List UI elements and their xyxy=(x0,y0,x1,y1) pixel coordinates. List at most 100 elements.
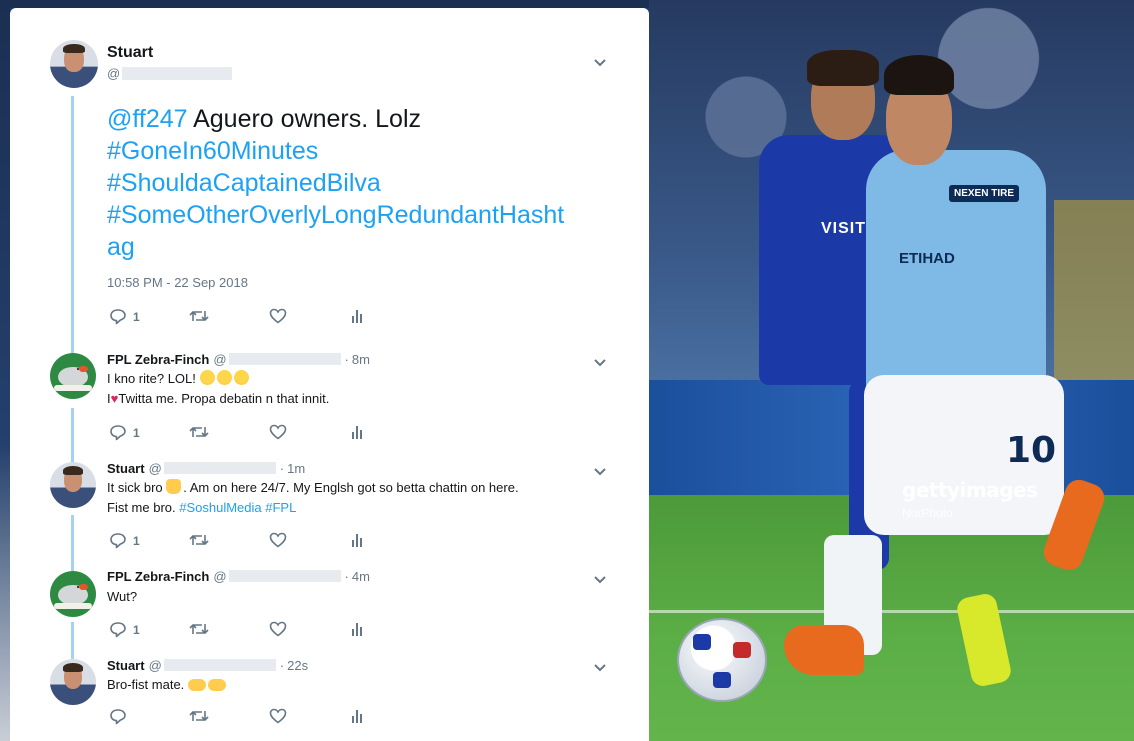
reply-header: Stuart @ · 22s xyxy=(107,658,308,673)
reply-actions: 1 xyxy=(109,532,379,550)
shirt-sponsor: ETIHAD xyxy=(899,250,955,267)
author-handle[interactable]: @ xyxy=(213,352,341,367)
heart-icon xyxy=(269,621,287,637)
watermark: gettyimages NurPhoto xyxy=(902,478,1038,520)
heart-icon xyxy=(269,708,287,724)
retweet-button[interactable] xyxy=(189,621,209,637)
author-name[interactable]: Stuart xyxy=(107,658,145,673)
analytics-button[interactable] xyxy=(351,308,365,324)
backdrop-left xyxy=(0,0,10,741)
handle-prefix: @ xyxy=(213,352,227,367)
fist-bump-emoji-icon xyxy=(207,679,226,691)
analytics-button[interactable] xyxy=(351,708,365,724)
reply-button[interactable]: 1 xyxy=(109,532,140,549)
retweet-icon xyxy=(189,711,209,721)
reply-actions: 1 xyxy=(109,424,379,442)
reply-text: Wut? xyxy=(107,587,137,607)
thread-line xyxy=(71,515,74,571)
like-button[interactable] xyxy=(269,621,287,637)
avatar[interactable] xyxy=(50,659,96,705)
chevron-down-icon[interactable] xyxy=(593,467,607,477)
reply-line: . Am on here 24/7. My Englsh got so bett… xyxy=(183,480,519,495)
like-button[interactable] xyxy=(269,424,287,440)
reply-count: 1 xyxy=(133,533,140,548)
hashtag-link[interactable]: #FPL xyxy=(265,500,296,515)
analytics-button[interactable] xyxy=(351,621,365,637)
retweet-button[interactable] xyxy=(189,424,209,440)
reply-button[interactable] xyxy=(109,708,133,725)
redacted-handle xyxy=(122,67,233,80)
chevron-down-icon[interactable] xyxy=(593,663,607,673)
analytics-button[interactable] xyxy=(351,532,365,548)
mention-link[interactable]: @ff247 xyxy=(107,105,188,133)
like-button[interactable] xyxy=(269,308,287,324)
author-name[interactable]: Stuart xyxy=(107,44,153,62)
author-name[interactable]: FPL Zebra-Finch xyxy=(107,352,209,367)
thread-line xyxy=(71,408,74,464)
hashtag-link[interactable]: ag xyxy=(107,231,617,263)
football-photo: VISIT NEXEN TIRE ETIHAD 10 gettyimages N… xyxy=(649,0,1134,741)
hashtag-link[interactable]: #SoshulMedia xyxy=(179,500,261,515)
like-button[interactable] xyxy=(269,708,287,724)
shirt-number: 10 xyxy=(1006,430,1057,471)
reply-line: It sick bro xyxy=(107,480,167,495)
hashtag-link[interactable]: #GoneIn60Minutes xyxy=(107,135,617,167)
reply-icon xyxy=(110,622,126,638)
reply-line: I kno rite? LOL! xyxy=(107,371,200,386)
hashtag-link[interactable]: #SomeOtherOverlyLongRedundantHasht xyxy=(107,199,617,231)
chevron-down-icon[interactable] xyxy=(593,58,607,68)
author-handle[interactable]: @ xyxy=(149,461,276,476)
separator-dot: · xyxy=(279,658,285,673)
reply-button[interactable]: 1 xyxy=(109,621,140,638)
avatar[interactable] xyxy=(50,40,98,88)
reply-line: Wut? xyxy=(107,589,138,604)
retweet-icon xyxy=(189,624,209,634)
hashtag-link[interactable]: #ShouldaCaptainedBilva xyxy=(107,167,617,199)
reply-button[interactable]: 1 xyxy=(109,424,140,441)
sleeve-badge: NEXEN TIRE xyxy=(949,185,1020,202)
reply-button[interactable]: 1 xyxy=(109,308,140,325)
like-button[interactable] xyxy=(269,532,287,548)
bar-chart-icon xyxy=(352,534,362,547)
author-handle[interactable]: @ xyxy=(213,569,341,584)
author-name[interactable]: Stuart xyxy=(107,461,145,476)
author-handle[interactable]: @ xyxy=(149,658,276,673)
heart-icon xyxy=(269,308,287,324)
thread-line xyxy=(71,622,74,662)
reply-count: 1 xyxy=(133,425,140,440)
chevron-down-icon[interactable] xyxy=(593,358,607,368)
author-name[interactable]: FPL Zebra-Finch xyxy=(107,569,209,584)
reply-time[interactable]: 22s xyxy=(287,658,308,673)
retweet-button[interactable] xyxy=(189,708,209,724)
author-handle[interactable]: @ xyxy=(107,66,233,81)
tweet-text: @ff247 Aguero owners. Lolz #GoneIn60Minu… xyxy=(107,103,617,263)
reply-icon xyxy=(110,533,126,549)
reply-time[interactable]: 1m xyxy=(287,461,305,476)
chevron-down-icon[interactable] xyxy=(593,575,607,585)
reply-header: FPL Zebra-Finch @ · 4m xyxy=(107,569,370,584)
separator-dot: · xyxy=(279,461,285,476)
thread-line xyxy=(71,96,74,358)
handle-prefix: @ xyxy=(107,66,121,81)
fist-bump-emoji-icon xyxy=(187,679,206,691)
reply-text: It sick bro . Am on here 24/7. My Englsh… xyxy=(107,478,519,518)
retweet-button[interactable] xyxy=(189,532,209,548)
tweet-timestamp[interactable]: 10:58 PM - 22 Sep 2018 xyxy=(107,275,248,290)
separator-dot: · xyxy=(344,352,349,367)
redacted-handle xyxy=(163,462,276,474)
redacted-handle xyxy=(228,570,341,582)
watermark-credit: NurPhoto xyxy=(902,506,953,520)
reply-time[interactable]: 8m xyxy=(352,352,370,367)
avatar[interactable] xyxy=(50,353,96,399)
heart-icon xyxy=(269,532,287,548)
reply-time[interactable]: 4m xyxy=(352,569,370,584)
reply-icon xyxy=(110,425,126,441)
reply-line: Fist me bro. xyxy=(107,500,180,515)
retweet-button[interactable] xyxy=(189,308,209,324)
bar-chart-icon xyxy=(352,623,362,636)
avatar[interactable] xyxy=(50,462,96,508)
bar-chart-icon xyxy=(352,710,362,723)
laughing-emoji-icon xyxy=(233,370,249,385)
avatar[interactable] xyxy=(50,571,96,617)
analytics-button[interactable] xyxy=(351,424,365,440)
